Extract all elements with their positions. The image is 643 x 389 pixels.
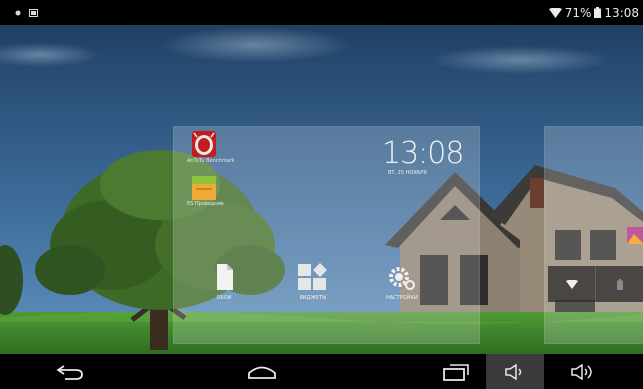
app-shortcut-file-manager[interactable]: ES Проводник <box>187 176 224 207</box>
clock-widget-time[interactable]: 13:08 <box>382 136 464 171</box>
battery-icon <box>616 278 623 290</box>
notification-dot-icon <box>15 10 21 16</box>
status-bar: 71% 13:08 <box>0 0 643 25</box>
quick-wifi-toggle[interactable] <box>548 266 596 302</box>
settings-icon <box>388 267 415 290</box>
settings-button[interactable]: НАСТРОЙКИ <box>386 264 418 301</box>
antutu-icon <box>192 131 216 157</box>
battery-percent: 71% <box>564 5 592 20</box>
app-shortcut-antutu[interactable]: AnTuTu Benchmark <box>187 131 235 164</box>
quick-battery-indicator[interactable] <box>596 266 643 302</box>
wallpapers-label: ОБОИ <box>216 295 232 301</box>
home-icon <box>248 366 276 379</box>
back-icon <box>56 364 83 380</box>
navigation-bar <box>0 354 643 389</box>
quick-settings-panel <box>548 266 643 302</box>
recents-button[interactable] <box>428 354 484 389</box>
home-screen-page-next[interactable] <box>544 126 643 344</box>
clock-widget-date: ВТ, 25 НОЯБРЯ <box>388 170 427 176</box>
app-label: AnTuTu Benchmark <box>187 158 235 164</box>
widgets-label: ВИДЖЕТЫ <box>299 295 327 301</box>
volume-up-button[interactable] <box>554 354 612 389</box>
file-manager-icon <box>192 176 216 200</box>
home-screen-edit-mode: 71% 13:08 AnTuTu Benchmark ES Проводник <box>0 0 643 389</box>
wallpapers-button[interactable]: ОБОИ <box>213 262 235 301</box>
volume-up-icon <box>571 363 592 380</box>
wifi-icon <box>548 7 562 18</box>
settings-label: НАСТРОЙКИ <box>386 295 418 301</box>
recents-icon <box>443 363 469 381</box>
status-time: 13:08 <box>604 5 639 20</box>
wallpaper-icon <box>217 264 233 290</box>
wifi-icon <box>565 279 578 289</box>
wallpaper-thumbnail-icon <box>627 227 643 244</box>
widgets-button[interactable]: ВИДЖЕТЫ <box>296 262 330 301</box>
battery-icon <box>594 7 602 18</box>
volume-down-icon <box>505 363 522 380</box>
screenshot-icon <box>29 8 38 17</box>
volume-down-button[interactable] <box>486 354 544 389</box>
home-button[interactable] <box>234 354 290 389</box>
back-button[interactable] <box>42 354 98 389</box>
widgets-icon <box>298 263 327 290</box>
app-label: ES Проводник <box>187 201 224 207</box>
